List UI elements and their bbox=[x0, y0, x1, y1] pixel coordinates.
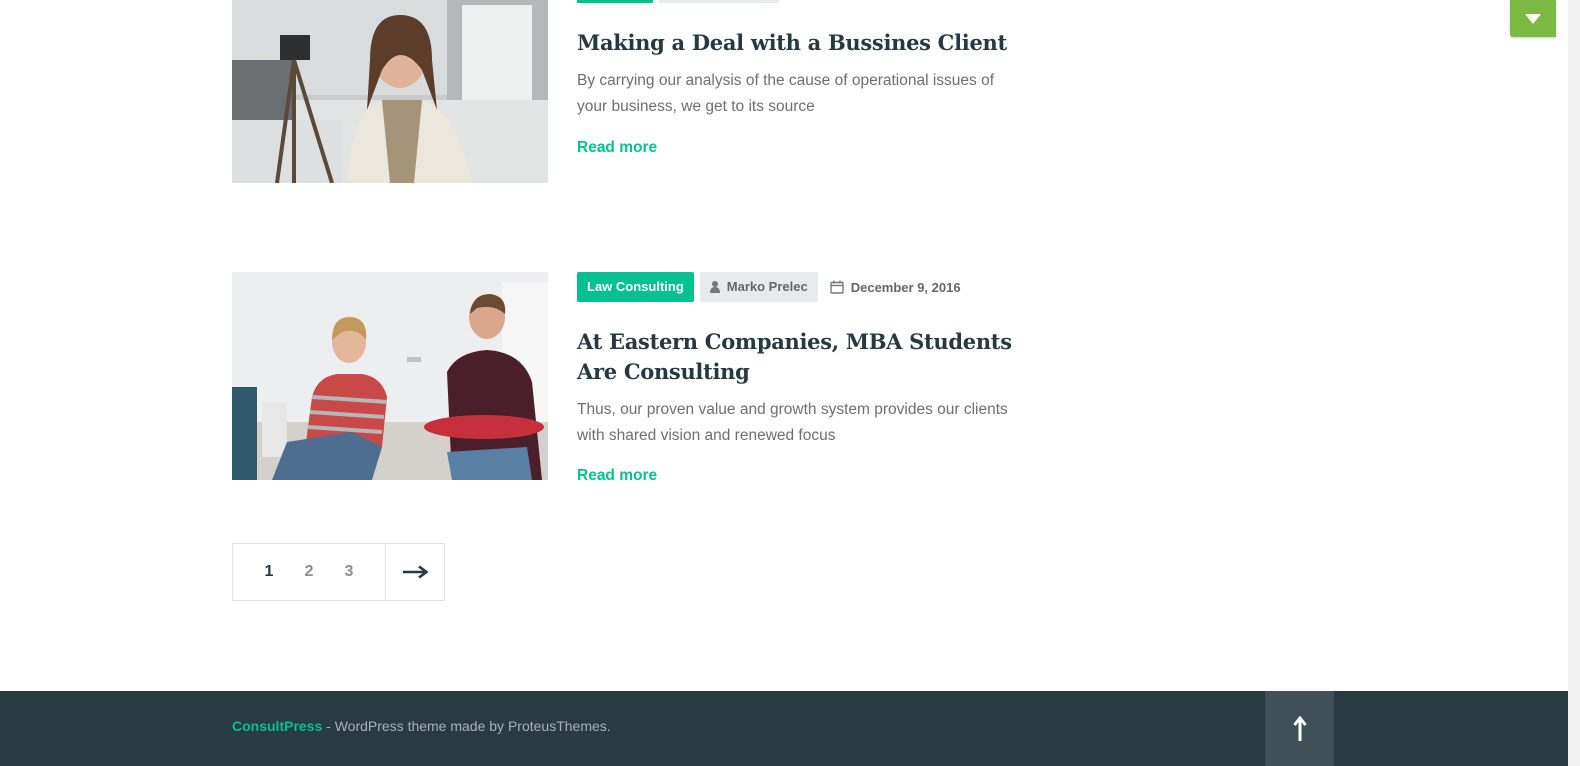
post-thumbnail[interactable] bbox=[232, 0, 548, 183]
author-name: Marko Prelec bbox=[726, 279, 808, 294]
read-more-link[interactable]: Read more bbox=[577, 139, 657, 157]
category-tag[interactable]: Law Consulting bbox=[577, 272, 694, 302]
blog-post-1: Making a Deal with a Bussines Client By … bbox=[232, 0, 1032, 183]
user-icon bbox=[709, 281, 720, 293]
pagination: 1 2 3 bbox=[232, 543, 445, 601]
dropdown-toggle-button[interactable] bbox=[1510, 0, 1556, 37]
back-to-top-button[interactable] bbox=[1265, 691, 1334, 766]
calendar-icon bbox=[830, 280, 844, 294]
site-footer: ConsultPress - WordPress theme made by P… bbox=[0, 691, 1568, 766]
post-excerpt: By carrying our analysis of the cause of… bbox=[577, 72, 995, 115]
author-tag[interactable]: Marko Prelec bbox=[699, 272, 818, 302]
post-meta: Law Consulting Marko Prelec December 9, … bbox=[577, 272, 1032, 302]
photo-woman-tripod bbox=[232, 0, 548, 183]
arrow-up-icon bbox=[1292, 715, 1307, 741]
date-text: December 9, 2016 bbox=[850, 279, 961, 295]
category-tag-edge bbox=[577, 0, 653, 3]
author-tag-edge bbox=[659, 0, 779, 3]
page-2-link[interactable]: 2 bbox=[289, 563, 329, 581]
post-title[interactable]: Making a Deal with a Bussines Client bbox=[577, 28, 1032, 58]
page-scrollbar[interactable] bbox=[1568, 0, 1580, 766]
post-date: December 9, 2016 bbox=[830, 280, 961, 295]
read-more-link[interactable]: Read more bbox=[577, 467, 657, 485]
page-numbers: 1 2 3 bbox=[233, 544, 385, 600]
post-title[interactable]: At Eastern Companies, MBA Students Are C… bbox=[577, 327, 1032, 387]
footer-credit-text: - WordPress theme made by ProteusThemes. bbox=[322, 718, 611, 734]
page-3-link[interactable]: 3 bbox=[329, 563, 369, 581]
post-excerpt: Thus, our proven value and growth system… bbox=[577, 401, 1008, 444]
page-1-current: 1 bbox=[264, 563, 274, 580]
post-thumbnail[interactable] bbox=[232, 272, 548, 480]
blog-post-2: Law Consulting Marko Prelec December 9, … bbox=[232, 272, 1032, 485]
footer-credits: ConsultPress - WordPress theme made by P… bbox=[232, 718, 611, 734]
arrow-right-icon bbox=[402, 565, 428, 579]
caret-down-icon bbox=[1525, 13, 1541, 24]
next-page-button[interactable] bbox=[384, 544, 444, 600]
footer-brand-link[interactable]: ConsultPress bbox=[232, 718, 322, 734]
photo-two-men-office bbox=[232, 272, 548, 480]
